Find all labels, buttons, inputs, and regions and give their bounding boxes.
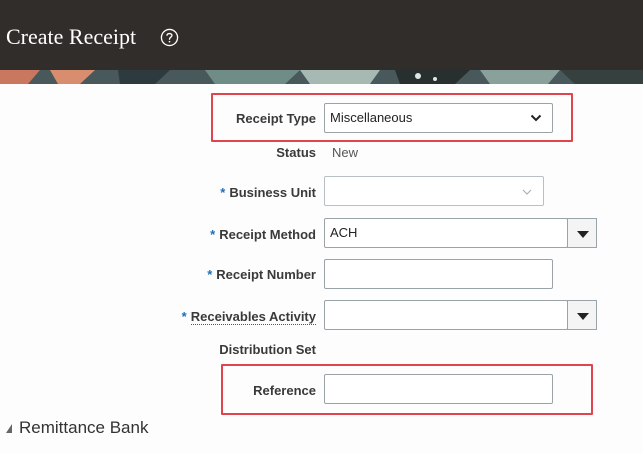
receivables-activity-label: * Receivables Activity: [150, 309, 316, 325]
highlight-receipt-type: [211, 93, 573, 142]
highlight-reference: [221, 364, 593, 415]
receivables-activity-dropdown-button[interactable]: [567, 300, 597, 330]
distribution-set-label: Distribution Set: [219, 342, 316, 357]
status-value: New: [332, 145, 359, 160]
triangle-down-icon: [577, 313, 589, 320]
business-unit-select[interactable]: [324, 176, 544, 206]
chevron-down-icon: [522, 189, 532, 195]
remittance-bank-label: Remittance Bank: [19, 418, 149, 437]
receipt-method-value: ACH: [330, 225, 358, 240]
page-title: Create Receipt: [6, 24, 137, 49]
decorative-banner: [0, 70, 643, 84]
help-circle-icon[interactable]: [160, 28, 179, 47]
required-indicator: *: [210, 227, 216, 242]
receipt-method-dropdown-button[interactable]: [567, 218, 597, 248]
required-indicator: *: [181, 309, 187, 324]
business-unit-label-text: Business Unit: [229, 185, 316, 200]
required-indicator: *: [220, 185, 226, 200]
receipt-number-label: * Receipt Number: [150, 267, 316, 282]
triangle-down-icon: [577, 231, 589, 238]
status-label: Status: [276, 145, 316, 160]
collapse-triangle-icon: [6, 424, 12, 434]
receipt-method-label: * Receipt Method: [150, 227, 316, 242]
receipt-number-input[interactable]: [324, 259, 553, 289]
receipt-method-label-text: Receipt Method: [219, 227, 316, 242]
receipt-method-input[interactable]: ACH: [324, 218, 568, 248]
receivables-activity-label-text[interactable]: Receivables Activity: [190, 309, 316, 325]
required-indicator: *: [207, 267, 213, 282]
receivables-activity-input[interactable]: [324, 300, 568, 330]
receipt-number-label-text: Receipt Number: [216, 267, 316, 282]
page-header: Create Receipt: [0, 0, 643, 70]
business-unit-label: * Business Unit: [150, 185, 316, 200]
remittance-bank-section-header[interactable]: Remittance Bank: [6, 418, 148, 438]
